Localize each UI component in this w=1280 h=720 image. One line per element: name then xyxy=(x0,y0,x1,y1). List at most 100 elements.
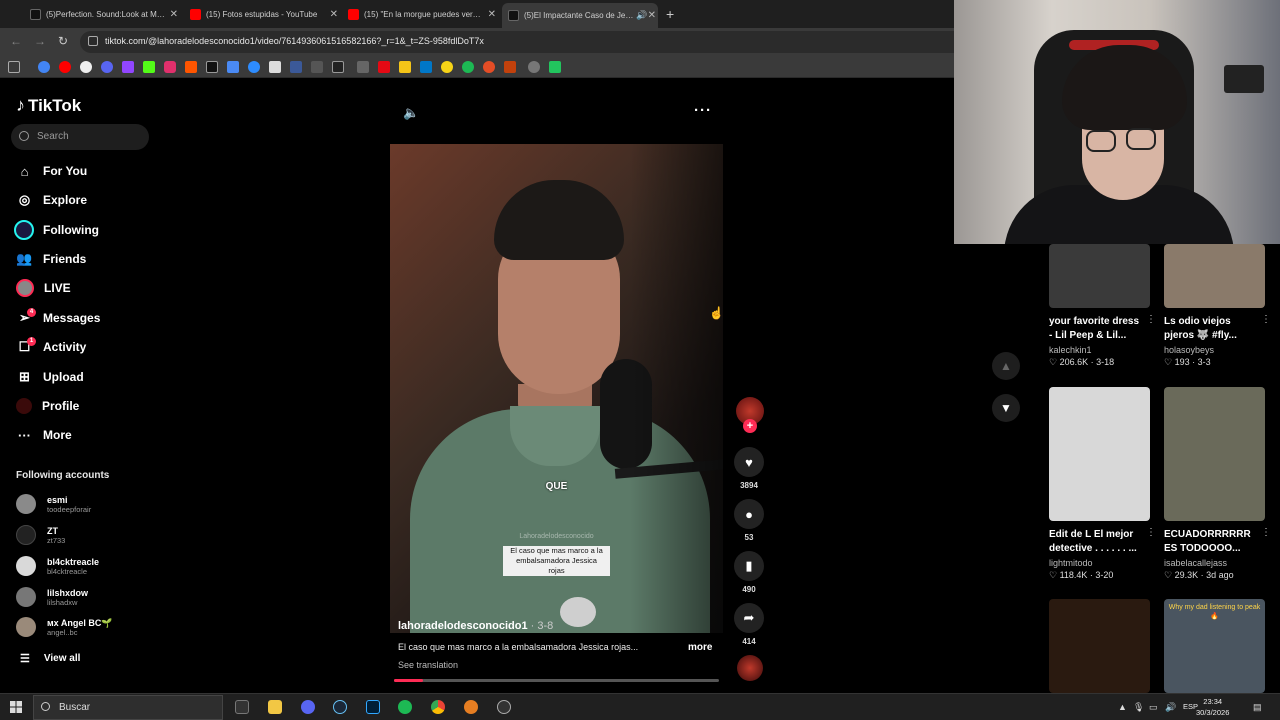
comment-icon[interactable]: ● xyxy=(734,499,764,529)
close-tab-icon[interactable]: ✕ xyxy=(648,10,656,21)
photoshop-icon[interactable] xyxy=(366,700,380,714)
nav-profile[interactable]: Profile xyxy=(16,395,79,417)
bookmark-icon[interactable] xyxy=(462,61,474,73)
account-item[interactable]: lilshxdow lilshadxw xyxy=(16,587,88,607)
soundcloud-bookmark-icon[interactable] xyxy=(185,61,197,73)
more-options-icon[interactable]: ··· xyxy=(694,102,712,119)
card-menu-icon[interactable]: ⋮ xyxy=(1261,527,1271,538)
nav-friends[interactable]: 👥 Friends xyxy=(16,248,86,270)
view-all-button[interactable]: ☰ View all xyxy=(20,652,80,665)
nav-more[interactable]: ··· More xyxy=(16,424,72,446)
steam-icon[interactable] xyxy=(333,700,347,714)
account-item[interactable]: ᴍx Angel BC🌱 angel..bc xyxy=(16,617,113,637)
sheets-bookmark-icon[interactable] xyxy=(549,61,561,73)
close-tab-icon[interactable]: ✕ xyxy=(330,9,338,20)
new-tab-button[interactable]: + xyxy=(666,6,674,22)
clock[interactable]: 23:34 30/3/2026 xyxy=(1196,696,1229,718)
bookmark-icon[interactable] xyxy=(399,61,411,73)
music-disc-icon[interactable] xyxy=(737,655,763,681)
google-bookmark-icon[interactable] xyxy=(38,61,50,73)
discord-icon[interactable] xyxy=(301,700,315,714)
taskbar-search[interactable]: Buscar xyxy=(33,695,223,720)
nav-upload[interactable]: ⊞ Upload xyxy=(16,366,84,388)
like-action[interactable]: ♥ 3894 xyxy=(734,447,764,490)
reload-icon[interactable]: ↻ xyxy=(58,34,68,48)
nav-activity[interactable]: ☐ 1 Activity xyxy=(16,336,86,358)
share-icon[interactable]: ➦ xyxy=(734,603,764,633)
notifications-icon[interactable]: ▤ xyxy=(1253,702,1262,713)
windows-start-icon[interactable] xyxy=(10,701,22,713)
feed-card[interactable]: Edit de L El mejor detective . . . . . .… xyxy=(1049,387,1156,581)
bookmark-icon[interactable] xyxy=(101,61,113,73)
bookmark-icon[interactable] xyxy=(248,61,260,73)
feed-card[interactable]: Ls odio viejos pjeros 🐺 #fly... holasoyb… xyxy=(1164,244,1271,368)
video-author[interactable]: lahoradelodesconocido1 · 3-8 xyxy=(398,620,553,632)
previous-video-button[interactable]: ▲ xyxy=(992,352,1020,380)
youtube-bookmark-icon[interactable] xyxy=(59,61,71,73)
browser-tab-3[interactable]: (15) "En la morgue puedes ver… ✕ xyxy=(348,4,498,24)
nav-explore[interactable]: ◎ Explore xyxy=(16,189,87,211)
feed-thumbnail[interactable] xyxy=(1049,599,1150,693)
close-tab-icon[interactable]: ✕ xyxy=(170,9,178,20)
speaker-icon[interactable]: 🔊 xyxy=(1165,702,1176,713)
card-menu-icon[interactable]: ⋮ xyxy=(1146,527,1156,538)
feed-thumbnail[interactable] xyxy=(1049,387,1150,521)
browser-tab-1[interactable]: (5)Perfection. Sound:Look at M… ✕ xyxy=(30,4,180,24)
instagram-bookmark-icon[interactable] xyxy=(164,61,176,73)
see-translation-link[interactable]: See translation xyxy=(398,660,458,670)
bookmark-icon[interactable] xyxy=(311,61,323,73)
translate-bookmark-icon[interactable] xyxy=(227,61,239,73)
feed-thumbnail[interactable] xyxy=(1049,244,1150,308)
bookmark-icon[interactable] xyxy=(80,61,92,73)
nav-messages[interactable]: ➢ 4 Messages xyxy=(16,307,100,329)
twitch-bookmark-icon[interactable] xyxy=(122,61,134,73)
close-tab-icon[interactable]: ✕ xyxy=(488,9,496,20)
volume-icon[interactable]: 🔈 xyxy=(403,105,419,121)
tiktok-logo[interactable]: ♪ TikTok xyxy=(16,95,81,116)
bookmark-icon[interactable] xyxy=(528,61,540,73)
feed-thumbnail[interactable] xyxy=(1164,387,1265,521)
account-item[interactable]: bl4cktreacle bl4cktreacle xyxy=(16,556,99,576)
bookmark-icon[interactable] xyxy=(483,61,495,73)
epic-games-icon[interactable] xyxy=(235,700,249,714)
heart-icon[interactable]: ♥ xyxy=(734,447,764,477)
follow-button[interactable]: + xyxy=(743,419,757,433)
nav-live[interactable]: LIVE xyxy=(16,277,71,299)
feed-card[interactable]: Why my dad listening to peak 🔥 xyxy=(1164,599,1265,693)
notion-bookmark-icon[interactable] xyxy=(332,61,344,73)
feed-thumbnail[interactable] xyxy=(1164,244,1265,308)
bookmark-icon[interactable] xyxy=(420,61,432,73)
back-icon[interactable]: ← xyxy=(10,34,22,48)
account-item[interactable]: ZT zt733 xyxy=(16,525,65,545)
bookmark-icon[interactable] xyxy=(504,61,516,73)
video-progress-bar[interactable] xyxy=(394,679,719,682)
feed-card[interactable]: ECUADORRRRRR ES TODOOOO... isabelacallej… xyxy=(1164,387,1271,581)
bookmark-icon[interactable] xyxy=(357,61,369,73)
search-input[interactable]: Search xyxy=(11,124,149,150)
file-explorer-icon[interactable] xyxy=(268,700,282,714)
bookmark-icon[interactable]: ▮ xyxy=(734,551,764,581)
card-menu-icon[interactable]: ⋮ xyxy=(1146,314,1156,325)
bookmark-icon[interactable] xyxy=(378,61,390,73)
microphone-icon[interactable]: 🎙 xyxy=(1133,702,1144,713)
chrome-icon[interactable] xyxy=(431,700,445,714)
bookmark-icon[interactable] xyxy=(441,61,453,73)
video-player[interactable]: QUE Lahoradelodesconocido El caso que ma… xyxy=(390,144,723,633)
browser-tab-4-active[interactable]: (5)El Impactante Caso de Je… 🔊 ✕ xyxy=(502,3,658,28)
more-button[interactable]: more xyxy=(688,642,712,653)
spotify-icon[interactable] xyxy=(398,700,412,714)
next-video-button[interactable]: ▼ xyxy=(992,394,1020,422)
bookmark-icon[interactable] xyxy=(269,61,281,73)
apps-icon[interactable] xyxy=(8,61,20,73)
nav-following[interactable]: Following xyxy=(14,219,99,241)
site-info-icon[interactable] xyxy=(88,36,98,46)
x-bookmark-icon[interactable] xyxy=(206,61,218,73)
account-item[interactable]: esmi toodeepforair xyxy=(16,494,91,514)
forward-icon[interactable]: → xyxy=(34,34,46,48)
feed-card[interactable]: your favorite dress - Lil Peep & Lil... … xyxy=(1049,244,1156,368)
audio-playing-icon[interactable]: 🔊 xyxy=(636,10,647,21)
share-action[interactable]: ➦ 414 xyxy=(734,603,764,646)
app-icon[interactable] xyxy=(464,700,478,714)
browser-tab-2[interactable]: (15) Fotos estupidas - YouTube ✕ xyxy=(190,4,340,24)
comment-action[interactable]: ● 53 xyxy=(734,499,764,542)
